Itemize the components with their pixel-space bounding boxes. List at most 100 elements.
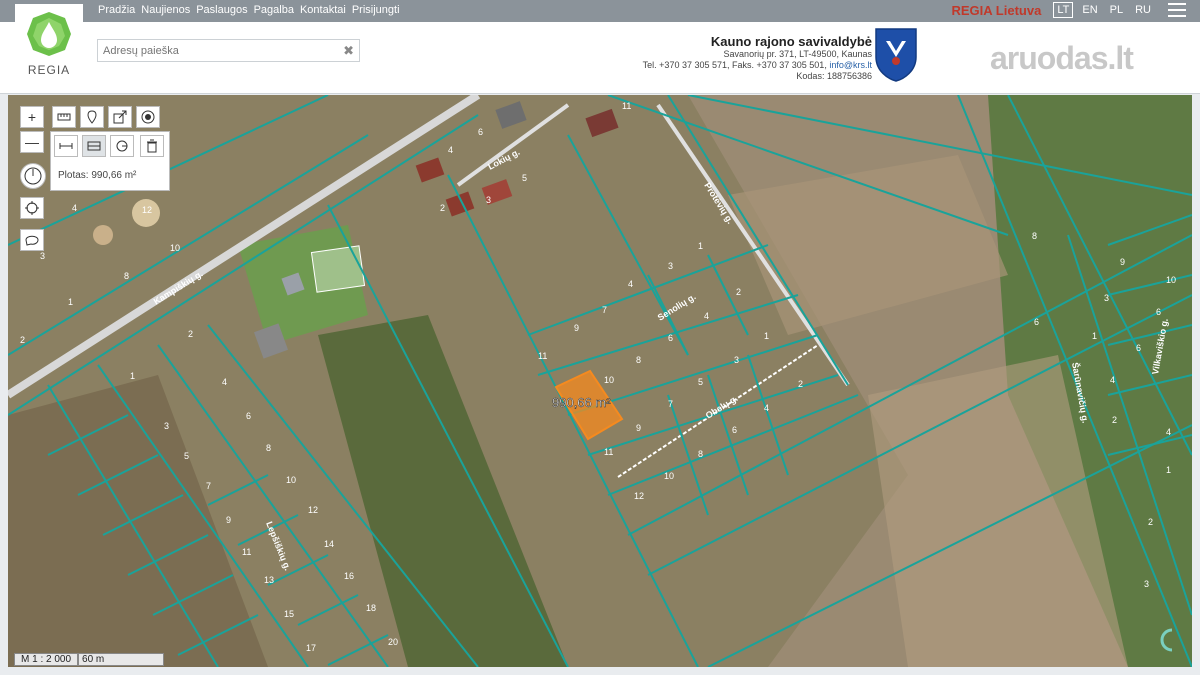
- regia-logo[interactable]: REGIA: [15, 4, 83, 84]
- svg-text:11: 11: [604, 447, 613, 457]
- svg-text:12: 12: [142, 205, 152, 215]
- municipality-contacts: Tel. +370 37 305 571, Faks. +370 37 305 …: [642, 60, 872, 70]
- svg-text:8: 8: [698, 449, 703, 459]
- locate-icon[interactable]: [20, 197, 44, 219]
- svg-text:6: 6: [246, 411, 251, 421]
- nav-naujienos[interactable]: Naujienos: [141, 4, 190, 16]
- svg-text:5: 5: [184, 451, 189, 461]
- regia-drop-icon: [27, 12, 71, 56]
- svg-text:10: 10: [664, 471, 674, 481]
- ruler-icon[interactable]: [52, 106, 76, 128]
- nav-pagalba[interactable]: Pagalba: [254, 4, 294, 16]
- nav-kontaktai[interactable]: Kontaktai: [300, 4, 346, 16]
- svg-text:8: 8: [636, 355, 641, 365]
- svg-text:2: 2: [798, 379, 803, 389]
- svg-text:6: 6: [1034, 317, 1039, 327]
- orthophoto-map[interactable]: 990,66 m² Kampiškių g. Lokių g. Protėvių…: [8, 95, 1192, 667]
- svg-text:4: 4: [72, 203, 77, 213]
- svg-text:10: 10: [1166, 275, 1176, 285]
- regia-lietuva-link[interactable]: REGIA Lietuva: [952, 3, 1042, 18]
- municipality-address: Savanorių pr. 371, LT-49500, Kaunas: [723, 49, 872, 59]
- svg-text:4: 4: [628, 279, 633, 289]
- svg-text:9: 9: [636, 423, 641, 433]
- svg-text:15: 15: [284, 609, 294, 619]
- svg-text:8: 8: [266, 443, 271, 453]
- svg-text:6: 6: [1136, 343, 1141, 353]
- zoom-in-button[interactable]: +: [20, 106, 44, 128]
- svg-text:3: 3: [668, 261, 673, 271]
- svg-text:10: 10: [170, 243, 180, 253]
- map-corner-logo-icon: [1156, 626, 1178, 659]
- svg-text:3: 3: [40, 251, 45, 261]
- svg-text:4: 4: [222, 377, 227, 387]
- municipality-code: Kodas: 188756386: [796, 71, 872, 81]
- svg-text:9: 9: [1120, 257, 1125, 267]
- svg-text:20: 20: [388, 637, 398, 647]
- selected-area-label: 990,66 m²: [552, 395, 611, 410]
- municipality-email-link[interactable]: info@krs.lt: [829, 60, 872, 70]
- svg-text:2: 2: [20, 335, 25, 345]
- svg-text:10: 10: [604, 375, 614, 385]
- draw-polygon-icon[interactable]: [20, 229, 44, 251]
- svg-text:1: 1: [698, 241, 703, 251]
- svg-text:2: 2: [1112, 415, 1117, 425]
- top-nav: Pradžia Naujienos Paslaugos Pagalba Kont…: [98, 4, 400, 16]
- trash-icon[interactable]: [140, 135, 164, 157]
- svg-text:7: 7: [206, 481, 211, 491]
- top-right: REGIA Lietuva LT EN PL RU: [952, 2, 1186, 18]
- svg-text:1: 1: [1092, 331, 1097, 341]
- scale-ratio: M 1 : 2 000: [14, 653, 79, 666]
- svg-text:3: 3: [734, 355, 739, 365]
- measure-area-icon[interactable]: [82, 135, 106, 157]
- svg-text:9: 9: [226, 515, 231, 525]
- svg-text:3: 3: [486, 195, 491, 205]
- svg-text:7: 7: [602, 305, 607, 315]
- clear-search-icon[interactable]: ✖: [343, 43, 354, 59]
- svg-text:3: 3: [164, 421, 169, 431]
- lang-ru[interactable]: RU: [1132, 3, 1154, 17]
- compass-icon[interactable]: [20, 163, 46, 189]
- scale-distance: 60 m: [78, 653, 165, 666]
- svg-text:3: 3: [1144, 579, 1149, 589]
- target-icon[interactable]: [136, 106, 160, 128]
- svg-text:13: 13: [264, 575, 274, 585]
- svg-text:4: 4: [1166, 427, 1171, 437]
- address-search-input[interactable]: [98, 40, 333, 61]
- measure-panel: Plotas: 990,66 m²: [50, 131, 170, 191]
- svg-text:7: 7: [668, 399, 673, 409]
- measure-radius-icon[interactable]: [110, 135, 134, 157]
- svg-text:12: 12: [634, 491, 644, 501]
- municipality-info: Kauno rajono savivaldybė Savanorių pr. 3…: [643, 34, 872, 82]
- svg-text:2: 2: [440, 203, 445, 213]
- svg-text:8: 8: [1032, 231, 1037, 241]
- svg-text:6: 6: [478, 127, 483, 137]
- top-bar: Pradžia Naujienos Paslaugos Pagalba Kont…: [0, 0, 1200, 22]
- svg-text:2: 2: [1148, 517, 1153, 527]
- map-view[interactable]: 990,66 m² Kampiškių g. Lokių g. Protėvių…: [8, 95, 1192, 667]
- svg-text:16: 16: [344, 571, 354, 581]
- nav-paslaugos[interactable]: Paslaugos: [196, 4, 247, 16]
- export-icon[interactable]: [108, 106, 132, 128]
- lang-lt[interactable]: LT: [1053, 2, 1074, 18]
- svg-text:10: 10: [286, 475, 296, 485]
- svg-text:4: 4: [448, 145, 453, 155]
- hamburger-menu-icon[interactable]: [1168, 3, 1186, 17]
- marker-icon[interactable]: [80, 106, 104, 128]
- svg-text:14: 14: [324, 539, 334, 549]
- svg-text:11: 11: [622, 101, 631, 111]
- svg-text:18: 18: [366, 603, 376, 613]
- logo-text: REGIA: [27, 63, 71, 77]
- zoom-out-button[interactable]: —: [20, 131, 44, 153]
- svg-text:1: 1: [1166, 465, 1171, 475]
- nav-pradzia[interactable]: Pradžia: [98, 4, 135, 16]
- svg-text:11: 11: [538, 351, 547, 361]
- lang-en[interactable]: EN: [1079, 3, 1100, 17]
- measure-distance-icon[interactable]: [54, 135, 78, 157]
- svg-text:4: 4: [704, 311, 709, 321]
- lang-pl[interactable]: PL: [1107, 3, 1126, 17]
- svg-text:6: 6: [668, 333, 673, 343]
- svg-text:4: 4: [1110, 375, 1115, 385]
- area-readout: Plotas: 990,66 m²: [58, 170, 137, 181]
- coat-of-arms: [874, 27, 918, 88]
- nav-prisijungti[interactable]: Prisijungti: [352, 4, 400, 16]
